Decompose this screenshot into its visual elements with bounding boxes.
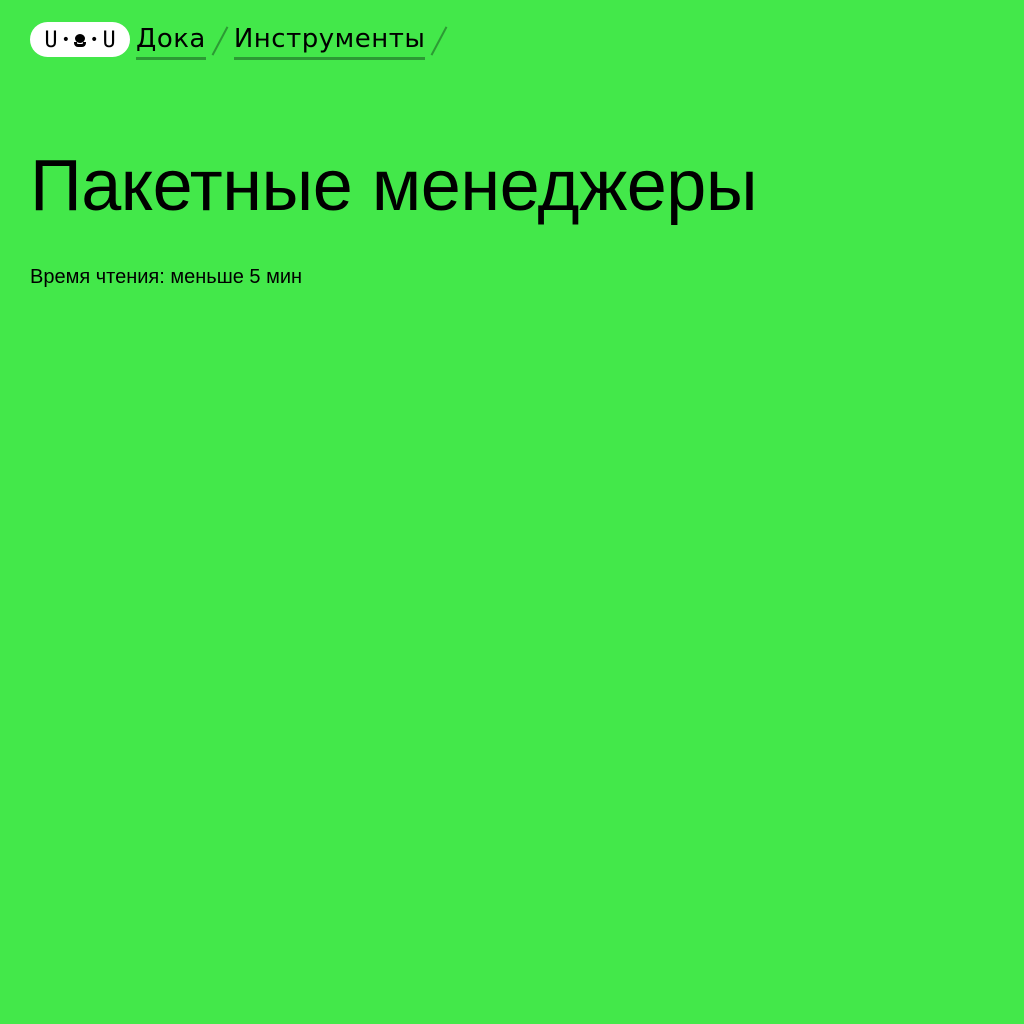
logo-left-dot: • (61, 32, 70, 48)
logo-right-letter: U (102, 27, 116, 53)
doka-dog-face-icon (74, 32, 86, 48)
breadcrumb-separator (431, 26, 448, 56)
logo-right-dot: • (90, 32, 99, 48)
breadcrumb-separator (211, 26, 229, 56)
site-header: U • • U Дока Инструменты (30, 22, 453, 62)
logo-left-letter: U (44, 27, 58, 53)
breadcrumb-link-doka[interactable]: Дока (136, 22, 206, 60)
breadcrumb-link-tools[interactable]: Инструменты (233, 22, 426, 60)
page-title: Пакетные менеджеры (30, 146, 758, 226)
doka-logo-link[interactable]: U • • U (30, 22, 130, 57)
reading-time: Время чтения: меньше 5 мин (30, 266, 303, 288)
